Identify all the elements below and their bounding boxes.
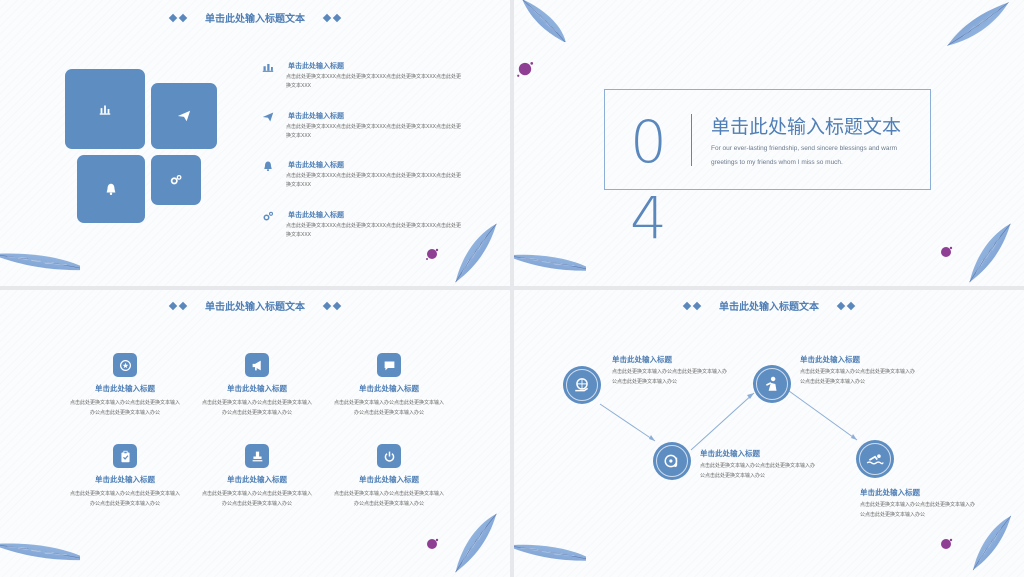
section-title: 单击此处输入标题文本	[711, 117, 902, 138]
diamond-icon	[332, 13, 342, 23]
feather-icon	[962, 223, 1018, 283]
gears-icon	[170, 174, 182, 185]
item-desc: 点击此处更换文本XXX点击此处更换文本XXX点击此处更换文本XXX点击此处更换文…	[286, 173, 462, 188]
node-title: 单击此处输入标题	[700, 449, 760, 458]
feather-icon	[514, 0, 574, 42]
diamond-icon	[168, 301, 178, 311]
slide-header: 单击此处输入标题文本	[0, 10, 510, 25]
item-title: 单击此处输入标题	[288, 113, 344, 120]
divider	[691, 114, 692, 166]
feature-card: 单击此处输入标题 点击此处更换文本输入办公点击此处更换文本输入办公点击此处更换文…	[192, 353, 322, 418]
feather-icon	[0, 528, 80, 576]
node-desc: 点击此处更换文本输入办公点击此处更换文本输入办公点击此处更换文本输入办公	[612, 369, 728, 385]
card-desc: 点击此处更换文本输入办公点击此处更换文本输入办公点击此处更换文本输入办公	[202, 491, 313, 507]
chat-bubble-icon	[377, 353, 401, 377]
item-title: 单击此处输入标题	[288, 212, 344, 219]
bell-icon	[264, 161, 272, 172]
section-subtitle: For our ever-lasting friendship, send si…	[711, 145, 898, 166]
tile-bell	[77, 155, 145, 223]
slide-header: 单击此处输入标题文本	[0, 298, 510, 313]
card-title: 单击此处输入标题	[227, 475, 287, 484]
power-icon	[377, 444, 401, 468]
node-reader	[753, 365, 791, 403]
item-desc: 点击此处更换文本XXX点击此处更换文本XXX点击此处更换文本XXX点击此处更换文…	[286, 124, 462, 139]
bar-chart-icon	[99, 105, 111, 115]
section-number-top: 0	[630, 108, 667, 176]
connector-lines	[599, 390, 858, 451]
card-desc: 点击此处更换文本输入办公点击此处更换文本输入办公点击此处更换文本输入办公	[334, 400, 445, 416]
bar-chart-icon	[262, 64, 274, 72]
feature-card: 单击此处输入标题 点击此处更换文本输入办公点击此处更换文本输入办公点击此处更换文…	[192, 444, 322, 509]
card-desc: 点击此处更换文本输入办公点击此处更换文本输入办公点击此处更换文本输入办公	[70, 491, 181, 507]
feather-icon	[0, 238, 80, 286]
tile-chart	[65, 69, 145, 149]
feature-card: 单击此处输入标题 点击此处更换文本输入办公点击此处更换文本输入办公点击此处更换文…	[324, 444, 454, 509]
section-number-bottom: 4	[630, 184, 667, 252]
node-disc	[653, 442, 691, 480]
diamond-icon	[322, 301, 332, 311]
star-badge-icon	[113, 353, 137, 377]
ink-splash-icon	[427, 538, 439, 549]
paper-plane-icon	[177, 110, 191, 122]
node-desc: 点击此处更换文本输入办公点击此处更换文本输入办公点击此处更换文本输入办公	[860, 502, 976, 518]
header-title: 单击此处输入标题文本	[205, 302, 305, 313]
header-title: 单击此处输入标题文本	[205, 14, 305, 25]
slide-1[interactable]: 单击此处输入标题文本 单击此处输入标题 点击此处更换文本XXX点击此处更换文本X…	[0, 0, 510, 286]
diamond-icon	[322, 13, 332, 23]
feature-card: 单击此处输入标题 点击此处更换文本输入办公点击此处更换文本输入办公点击此处更换文…	[60, 353, 190, 418]
card-title: 单击此处输入标题	[95, 475, 155, 484]
item-desc: 点击此处更换文本XXX点击此处更换文本XXX点击此处更换文本XXX点击此处更换文…	[286, 74, 462, 89]
item-title: 单击此处输入标题	[288, 63, 344, 70]
diamond-icon	[332, 301, 342, 311]
node-swimmer	[856, 440, 894, 478]
slide-2[interactable]: 0 4 单击此处输入标题文本 For our ever-lasting frie…	[514, 0, 1024, 286]
node-globe	[563, 366, 601, 404]
card-title: 单击此处输入标题	[359, 384, 419, 393]
bell-icon	[106, 183, 116, 196]
ink-splash-icon	[941, 246, 953, 257]
feather-icon	[966, 515, 1018, 571]
card-desc: 点击此处更换文本输入办公点击此处更换文本输入办公点击此处更换文本输入办公	[70, 400, 181, 416]
music-disc-icon	[664, 454, 678, 468]
feather-icon	[947, 2, 1009, 46]
feather-icon	[448, 513, 504, 573]
swimmer-icon	[866, 454, 884, 465]
ink-splash-icon	[426, 248, 439, 260]
person-reading-icon	[766, 376, 777, 391]
card-title: 单击此处输入标题	[359, 475, 419, 484]
ink-splash-icon	[941, 538, 953, 549]
feather-icon	[514, 530, 586, 576]
node-title: 单击此处输入标题	[612, 355, 672, 364]
paper-plane-icon	[262, 112, 274, 122]
stamp-icon	[245, 444, 269, 468]
diamond-icon	[178, 301, 188, 311]
node-desc: 点击此处更换文本输入办公点击此处更换文本输入办公点击此处更换文本输入办公	[800, 369, 916, 385]
gears-icon	[263, 211, 274, 221]
feature-card: 单击此处输入标题 点击此处更换文本输入办公点击此处更换文本输入办公点击此处更换文…	[60, 444, 190, 509]
item-desc: 点击此处更换文本XXX点击此处更换文本XXX点击此处更换文本XXX点击此处更换文…	[286, 223, 462, 238]
feather-icon	[514, 240, 586, 286]
item-title: 单击此处输入标题	[288, 162, 344, 169]
slide-3[interactable]: 单击此处输入标题文本 单击此处输入标题 点击此处更换文本输入办公点击此处更换文本…	[0, 290, 510, 577]
clipboard-icon	[113, 444, 137, 468]
feather-icon	[448, 223, 504, 283]
card-desc: 点击此处更换文本输入办公点击此处更换文本输入办公点击此处更换文本输入办公	[334, 491, 445, 507]
diamond-icon	[168, 13, 178, 23]
card-title: 单击此处输入标题	[227, 384, 287, 393]
diamond-icon	[178, 13, 188, 23]
feature-card: 单击此处输入标题 点击此处更换文本输入办公点击此处更换文本输入办公点击此处更换文…	[324, 353, 454, 418]
node-title: 单击此处输入标题	[860, 488, 920, 497]
node-desc: 点击此处更换文本输入办公点击此处更换文本输入办公点击此处更换文本输入办公	[700, 463, 816, 479]
card-title: 单击此处输入标题	[95, 384, 155, 393]
ink-splash-icon	[517, 62, 534, 77]
node-title: 单击此处输入标题	[800, 355, 860, 364]
tile-plane	[151, 83, 217, 149]
tile-gears	[151, 155, 201, 205]
slide-4[interactable]: 单击此处输入标题文本 单击此处输入标题 点击此处更换文本输入办公点击此处更换文本…	[514, 290, 1024, 577]
globe-hand-icon	[575, 378, 589, 392]
megaphone-icon	[245, 353, 269, 377]
card-desc: 点击此处更换文本输入办公点击此处更换文本输入办公点击此处更换文本输入办公	[202, 400, 313, 416]
